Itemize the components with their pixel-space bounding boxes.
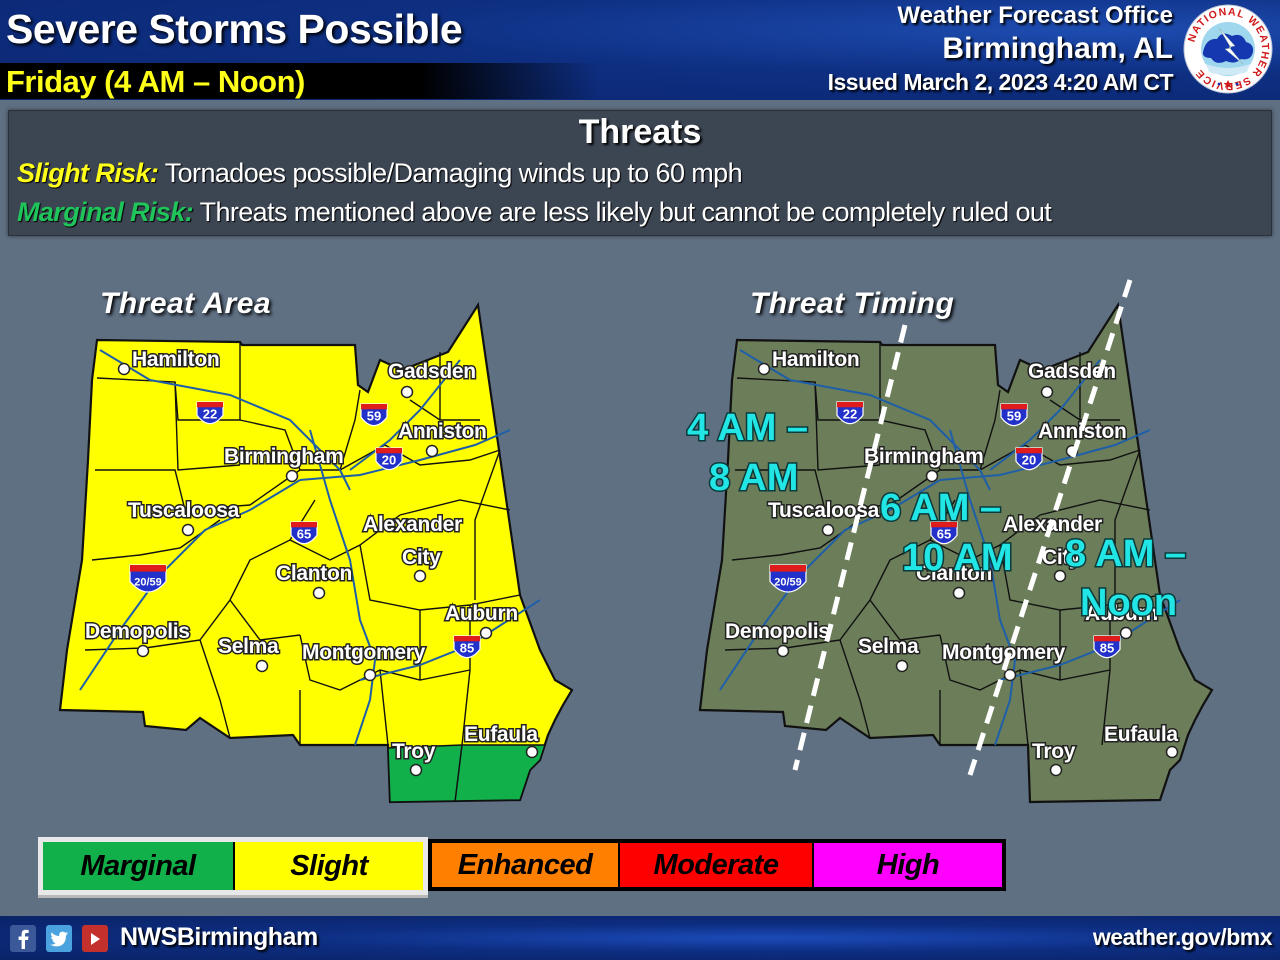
city-label: Selma	[218, 635, 279, 658]
city-label: Tuscaloosa	[128, 499, 240, 522]
city-marker	[1119, 626, 1133, 640]
city-label: Selma	[858, 635, 919, 658]
interstate-label: 20/59	[134, 576, 162, 588]
interstate-label: 20	[1022, 452, 1036, 467]
city-label: Anniston	[398, 420, 487, 443]
city-label: Birmingham	[864, 445, 984, 468]
city-marker	[525, 745, 539, 759]
legend-item-enhanced: Enhanced	[432, 843, 620, 887]
website-link[interactable]: weather.gov/bmx	[1093, 924, 1273, 951]
city-marker	[409, 763, 423, 777]
city-marker	[952, 586, 966, 600]
city-label: Demopolis	[85, 620, 190, 643]
city-marker	[925, 469, 939, 483]
timing-window-label: Noon	[1080, 582, 1177, 624]
timing-window-label: 8 AM	[709, 457, 798, 499]
interstate-label: 85	[1100, 640, 1114, 655]
city-marker	[1003, 668, 1017, 682]
legend-label-slight: Slight	[290, 849, 368, 882]
city-label: Troy	[392, 740, 436, 763]
social-handle[interactable]: NWSBirmingham	[120, 923, 318, 952]
interstate-label: 65	[297, 526, 311, 541]
legend-item-moderate: Moderate	[620, 843, 814, 887]
timing-window-label: 6 AM –	[880, 487, 1001, 529]
city-marker	[425, 444, 439, 458]
interstate-label: 85	[460, 640, 474, 655]
legend-label-marginal: Marginal	[80, 849, 196, 882]
legend-label-moderate: Moderate	[653, 848, 779, 881]
interstate-label: 22	[843, 406, 857, 421]
legend-item-marginal: Marginal	[43, 842, 235, 890]
city-marker	[413, 569, 427, 583]
city-marker	[1049, 763, 1063, 777]
city-marker	[895, 659, 909, 673]
city-label: Clanton	[276, 562, 352, 585]
interstate-label: 20	[382, 452, 396, 467]
timing-window-label: 10 AM	[902, 537, 1013, 579]
city-marker	[285, 469, 299, 483]
timing-window-label: 4 AM –	[687, 407, 808, 449]
interstate-label: 59	[367, 408, 381, 423]
risk-legend: Marginal Slight Enhanced Moderate High	[38, 837, 1006, 895]
city-label: Montgomery	[942, 641, 1066, 664]
threat-timing-map: 22 59206520/5985HamiltonGadsdenAnnistonBi…	[686, 279, 1214, 804]
legend-label-enhanced: Enhanced	[457, 848, 593, 881]
state-region: 22 59 20 65 20/59 85 Hamilton Gadsden Anniston Bi…	[58, 301, 574, 804]
city-marker	[136, 644, 150, 658]
city-label: Eufaula	[1104, 723, 1178, 746]
legend-inactive-group: Enhanced Moderate High	[428, 839, 1006, 891]
city-marker	[400, 385, 414, 399]
twitter-icon[interactable]	[46, 925, 72, 952]
city-marker	[776, 644, 790, 658]
city-label: Troy	[1032, 740, 1076, 763]
threat-area-map: 22 59 20 65 20/59 85 Hamilton Gadsden Anniston Bi…	[58, 301, 574, 804]
interstate-label: 22	[203, 406, 217, 421]
legend-label-high: High	[876, 848, 940, 881]
legend-active-group: Marginal Slight	[38, 837, 428, 895]
facebook-icon[interactable]	[10, 925, 36, 952]
interstate-shield-icon: 20/59	[129, 564, 167, 593]
city-label: Montgomery	[302, 641, 426, 664]
city-marker	[312, 586, 326, 600]
legend-item-slight: Slight	[235, 842, 423, 890]
city-label: City	[402, 546, 441, 569]
city-marker	[117, 362, 131, 376]
city-marker	[479, 626, 493, 640]
city-label: Gadsden	[388, 360, 476, 383]
interstate-label: 20/59	[774, 576, 802, 588]
interstate-label: 59	[1007, 408, 1021, 423]
interstate-shield-icon: 20/59	[769, 564, 807, 593]
city-marker	[255, 659, 269, 673]
city-label: Hamilton	[772, 348, 859, 371]
city-label: Demopolis	[725, 620, 830, 643]
city-marker	[1040, 385, 1054, 399]
city-label: Auburn	[445, 602, 518, 625]
city-marker	[1165, 745, 1179, 759]
city-label: Alexander	[363, 513, 462, 536]
footer: NWSBirmingham weather.gov/bmx	[0, 916, 1280, 960]
city-marker	[821, 523, 835, 537]
city-marker	[1053, 569, 1067, 583]
city-label: Hamilton	[132, 348, 219, 371]
youtube-icon[interactable]	[82, 925, 108, 952]
timing-window-label: 8 AM –	[1065, 533, 1186, 575]
city-label: Eufaula	[464, 723, 538, 746]
city-marker	[757, 362, 771, 376]
city-label: Birmingham	[224, 445, 344, 468]
city-marker	[363, 668, 377, 682]
city-marker	[181, 523, 195, 537]
legend-item-high: High	[814, 843, 1002, 887]
